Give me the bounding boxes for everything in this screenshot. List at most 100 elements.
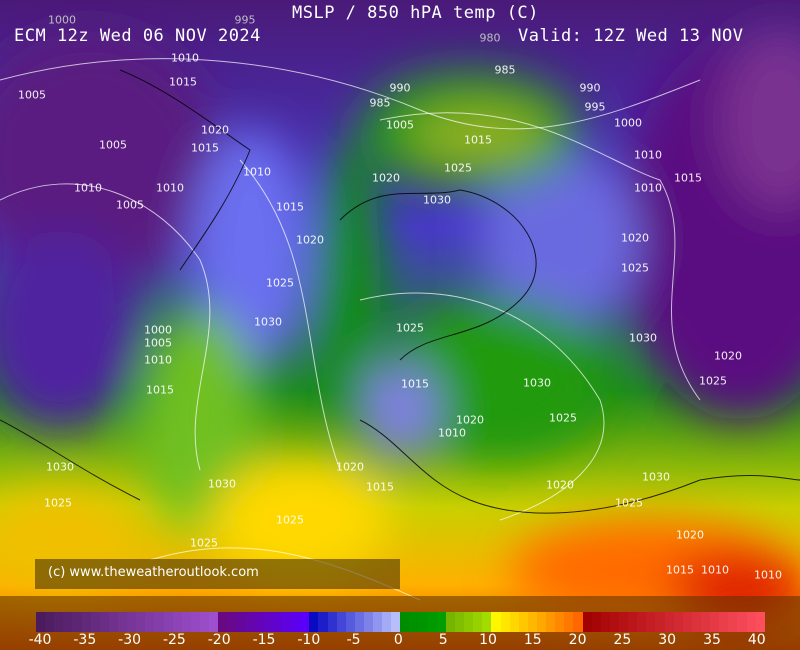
colorbar-swatch bbox=[54, 612, 64, 632]
colorbar-swatch bbox=[628, 612, 638, 632]
isobar-label: 1005 bbox=[99, 138, 127, 152]
colorbar-swatch bbox=[400, 612, 410, 632]
isobar-label: 1025 bbox=[190, 536, 218, 550]
weather-map-view: 1000 995 980 1010 1015 1005 1020 1005 1015 1010 10… bbox=[0, 0, 800, 650]
isobar-label: 995 bbox=[234, 13, 256, 27]
colorbar-swatch bbox=[719, 612, 729, 632]
colorbar-tick-label: 0 bbox=[393, 632, 403, 648]
colorbar-swatch bbox=[90, 612, 100, 632]
colorbar-swatch bbox=[682, 612, 692, 632]
isobar-label: 1005 bbox=[144, 336, 172, 350]
colorbar-swatch bbox=[291, 612, 301, 632]
colorbar-swatch bbox=[564, 612, 574, 632]
colorbar-swatch bbox=[619, 612, 629, 632]
isobar-label: 1030 bbox=[629, 331, 657, 345]
colorbar-swatch bbox=[72, 612, 82, 632]
isobar-label: 1025 bbox=[699, 374, 727, 388]
colorbar-swatch bbox=[45, 612, 55, 632]
colorbar-swatch bbox=[227, 612, 237, 632]
colorbar-swatch bbox=[172, 612, 182, 632]
colorbar-swatch bbox=[600, 612, 610, 632]
isobar-label: 980 bbox=[479, 31, 501, 45]
colorbar-swatch bbox=[382, 612, 392, 632]
isobar-label: 1010 bbox=[156, 181, 184, 195]
colorbar-swatch bbox=[163, 612, 173, 632]
isobar-label: 1025 bbox=[621, 261, 649, 275]
isobar-label: 995 bbox=[584, 100, 606, 114]
colorbar-swatch bbox=[108, 612, 118, 632]
colorbar-tick-label: -20 bbox=[207, 632, 231, 648]
colorbar-swatch bbox=[272, 612, 282, 632]
colorbar-swatch bbox=[81, 612, 91, 632]
isobar-label: 1030 bbox=[523, 376, 551, 390]
isobar-label: 990 bbox=[579, 81, 601, 95]
isobar-label: 1020 bbox=[546, 478, 574, 492]
colorbar-swatch bbox=[336, 612, 346, 632]
colorbar-swatch bbox=[300, 612, 310, 632]
isobar-label: 1030 bbox=[208, 477, 236, 491]
credit-text: (c) www.theweatheroutlook.com bbox=[48, 565, 259, 580]
colorbar-swatch bbox=[609, 612, 619, 632]
colorbar-swatch bbox=[154, 612, 164, 632]
colorbar-swatch bbox=[691, 612, 701, 632]
isobar-label: 1020 bbox=[372, 171, 400, 185]
isobar-label: 1010 bbox=[754, 568, 782, 582]
colorbar-tick-label: -15 bbox=[252, 632, 276, 648]
colorbar-swatch bbox=[737, 612, 747, 632]
isobar-label: 1025 bbox=[396, 321, 424, 335]
isobar-label: 1005 bbox=[386, 118, 414, 132]
isobar-label: 1015 bbox=[666, 563, 694, 577]
colorbar-swatch bbox=[117, 612, 128, 632]
isobar-label: 1015 bbox=[191, 141, 219, 155]
colorbar-swatch bbox=[500, 612, 510, 632]
isobar-label: 1020 bbox=[676, 528, 704, 542]
isobar-label: 1025 bbox=[266, 276, 294, 290]
chart-title: MSLP / 850 hPA temp (C) bbox=[292, 3, 539, 23]
colorbar-swatch bbox=[491, 612, 501, 632]
colorbar-swatch bbox=[199, 612, 210, 632]
isobar-label: 1015 bbox=[674, 171, 702, 185]
colorbar-swatch bbox=[327, 612, 337, 632]
isobar-label: 1000 bbox=[614, 116, 642, 130]
colorbar-swatch bbox=[473, 612, 483, 632]
colorbar-swatch bbox=[755, 612, 765, 632]
isobar-label: 1025 bbox=[615, 496, 643, 510]
isobar-label: 1010 bbox=[171, 51, 199, 65]
colorbar-swatch bbox=[245, 612, 255, 632]
isobar-label: 1015 bbox=[276, 200, 304, 214]
colorbar-swatch bbox=[746, 612, 756, 632]
isobar-label: 985 bbox=[369, 96, 391, 110]
colorbar-swatch bbox=[218, 612, 228, 632]
temperature-colorbar bbox=[36, 612, 765, 632]
colorbar-swatch bbox=[136, 612, 146, 632]
colorbar-swatch bbox=[546, 612, 556, 632]
isobar-label: 1015 bbox=[366, 480, 394, 494]
colorbar-swatch bbox=[418, 612, 428, 632]
colorbar-swatch bbox=[345, 612, 355, 632]
isobar-label: 1000 bbox=[48, 13, 76, 27]
model-run-label: ECM 12z Wed 06 NOV 2024 bbox=[14, 26, 261, 46]
colorbar-swatch bbox=[710, 612, 720, 632]
colorbar-swatch bbox=[427, 612, 437, 632]
colorbar-swatch bbox=[99, 612, 109, 632]
colorbar-tick-label: -30 bbox=[118, 632, 142, 648]
colorbar-tick-label: -5 bbox=[346, 632, 361, 648]
isobar-label: 1010 bbox=[634, 148, 662, 162]
isobar-label: 1005 bbox=[18, 88, 46, 102]
colorbar-swatch bbox=[391, 612, 401, 632]
valid-time-label: Valid: 12Z Wed 13 NOV bbox=[518, 26, 744, 46]
isobar-label: 1010 bbox=[144, 353, 172, 367]
isobar-label: 1005 bbox=[116, 198, 144, 212]
colorbar-swatch bbox=[482, 612, 492, 632]
isobar-label: 1020 bbox=[456, 413, 484, 427]
colorbar-swatch bbox=[673, 612, 683, 632]
isobar-label: 1015 bbox=[169, 75, 197, 89]
isobar-label: 1030 bbox=[46, 460, 74, 474]
colorbar-swatch bbox=[127, 612, 137, 632]
colorbar-swatch bbox=[700, 612, 711, 632]
colorbar-swatch bbox=[409, 612, 419, 632]
isobar-label: 1030 bbox=[254, 315, 282, 329]
colorbar-swatch bbox=[36, 612, 46, 632]
colorbar-tick-label: 5 bbox=[438, 632, 448, 648]
colorbar-tick-label: 40 bbox=[747, 632, 766, 648]
